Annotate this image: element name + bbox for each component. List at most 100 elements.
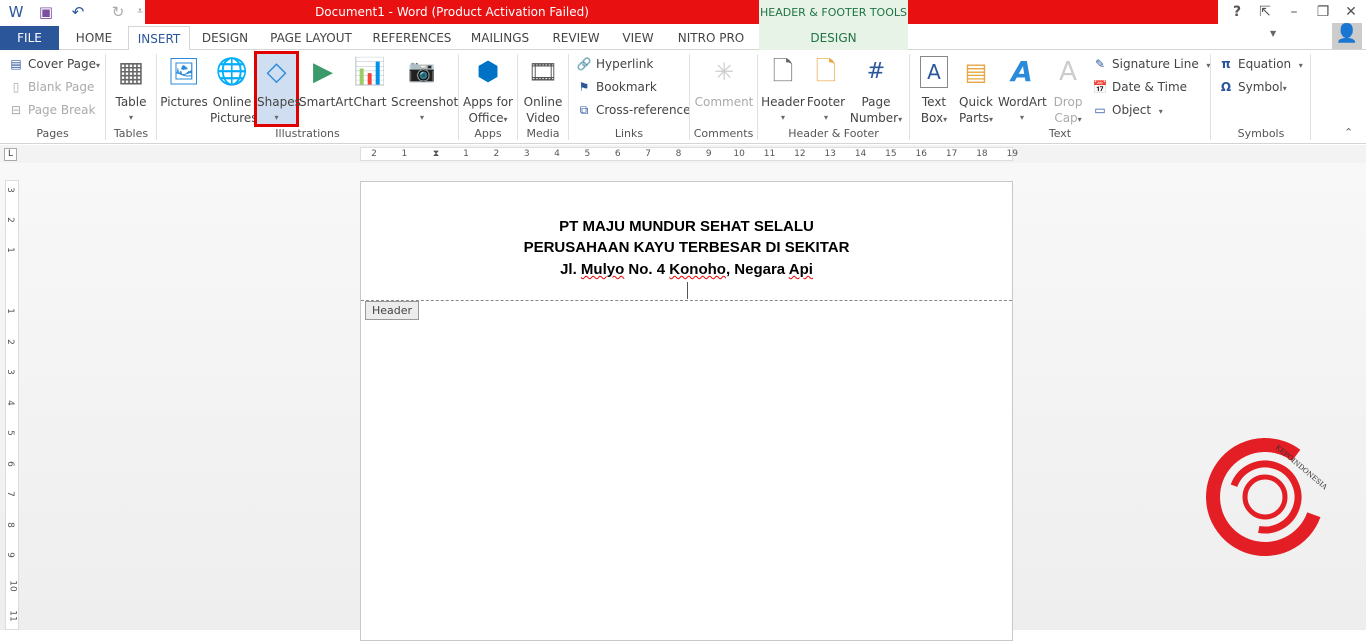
bookmark-button[interactable]: ⚑ Bookmark — [576, 77, 657, 97]
signature-line-icon: ✎ — [1094, 57, 1106, 71]
ruler-number: 18 — [976, 149, 988, 159]
ruler-number: 2 — [493, 149, 500, 159]
tab-home[interactable]: HOME — [66, 26, 122, 50]
hyperlink-label: Hyperlink — [596, 57, 654, 71]
tab-page-layout[interactable]: PAGE LAYOUT — [264, 26, 358, 50]
cross-reference-label: Cross-reference — [596, 103, 691, 117]
symbol-label: Symbol — [1238, 80, 1283, 94]
ruler-number: 8 — [4, 521, 15, 528]
cover-page-button[interactable]: ▤ Cover Page▾ — [8, 54, 100, 74]
text-cursor — [687, 282, 688, 299]
smartart-icon: ▶ — [313, 57, 333, 87]
online-video-button[interactable]: 🎞 Online Video — [521, 52, 565, 126]
text-box-icon: A — [920, 56, 948, 88]
ruler-number: 2 — [371, 149, 377, 159]
tab-selector-icon[interactable]: L — [4, 148, 17, 161]
minimize-icon[interactable]: – — [1281, 2, 1307, 22]
ruler-number: 9 — [705, 149, 712, 159]
vertical-ruler[interactable]: 3 2 1 1 2 3 4 5 6 7 8 9 10 11 — [5, 180, 19, 630]
tab-design[interactable]: DESIGN — [195, 26, 255, 50]
blank-page-button[interactable]: ▯ Blank Page — [8, 77, 95, 97]
footer-icon: 🗋 — [815, 57, 837, 87]
ruler-number: 1 — [4, 308, 15, 314]
group-label-media: Media — [526, 127, 560, 140]
page-number-button[interactable]: # Page Number▾ — [848, 52, 904, 128]
signature-line-button[interactable]: ✎ Signature Line ▾ — [1092, 54, 1210, 74]
document-page[interactable]: PT MAJU MUNDUR SEHAT SELALU PERUSAHAAN K… — [360, 181, 1013, 641]
online-video-label-2: Video — [526, 111, 560, 125]
bookmark-icon: ⚑ — [578, 80, 590, 94]
chart-button[interactable]: 📊 Chart — [352, 52, 388, 110]
tab-review[interactable]: REVIEW — [546, 26, 606, 50]
group-label-pages: Pages — [36, 127, 69, 140]
apps-label-2: Office — [468, 111, 504, 125]
text-box-button[interactable]: A Text Box▾ — [914, 52, 954, 128]
equation-button[interactable]: π Equation ▾ — [1218, 54, 1303, 74]
cross-reference-button[interactable]: ⧉ Cross-reference — [576, 100, 691, 120]
bookmark-label: Bookmark — [596, 80, 657, 94]
text-box-label-1: Text — [921, 95, 947, 109]
signature-line-label: Signature Line — [1112, 57, 1199, 71]
ribbon-display-icon[interactable]: ⇱ — [1252, 2, 1278, 22]
wordart-label: WordArt — [998, 95, 1047, 109]
group-label-header-footer: Header & Footer — [788, 127, 879, 140]
context-tab-header: HEADER & FOOTER TOOLS — [759, 0, 908, 26]
tab-header-footer-design[interactable]: DESIGN — [759, 26, 908, 50]
table-button[interactable]: ▦ Table ▾ — [110, 52, 152, 126]
ruler-number: 1 — [4, 247, 15, 253]
smartart-button[interactable]: ▶ SmartArt — [299, 52, 353, 110]
date-time-button[interactable]: 📅 Date & Time — [1092, 77, 1188, 97]
help-button[interactable]: ? — [1224, 2, 1250, 22]
hyperlink-button[interactable]: 🔗 Hyperlink — [576, 54, 654, 74]
indent-marker-icon[interactable]: ⧗ — [430, 148, 442, 161]
wordart-button[interactable]: A WordArt ▾ — [998, 52, 1047, 126]
pi-icon: π — [1221, 57, 1231, 71]
redo-icon[interactable]: ↻ — [108, 2, 128, 22]
pictures-button[interactable]: 🖼 Pictures — [160, 52, 208, 110]
tab-insert[interactable]: INSERT — [128, 26, 190, 51]
logo-ring-inner — [1242, 474, 1288, 520]
collapse-ribbon-icon[interactable]: ⌃ — [1344, 126, 1353, 139]
close-icon[interactable]: ✕ — [1338, 2, 1364, 22]
avatar[interactable]: 👤 — [1332, 23, 1362, 49]
undo-icon[interactable]: ↶ — [68, 2, 88, 22]
tab-references[interactable]: REFERENCES — [368, 26, 456, 50]
tab-file[interactable]: FILE — [0, 26, 59, 50]
ruler-number: 6 — [4, 460, 15, 467]
save-icon[interactable]: ▣ — [36, 2, 56, 22]
shapes-button[interactable]: ◇ Shapes ▾ — [254, 51, 301, 127]
tab-mailings[interactable]: MAILINGS — [466, 26, 534, 50]
screenshot-icon: 📷 — [408, 59, 436, 84]
restore-icon[interactable]: ❐ — [1310, 2, 1336, 22]
screenshot-button[interactable]: 📷 Screenshot ▾ — [391, 52, 458, 126]
ruler-number: 5 — [584, 149, 591, 159]
header-button[interactable]: 🗋 Header ▾ — [761, 52, 805, 126]
page-break-button[interactable]: ⊟ Page Break — [8, 100, 95, 120]
object-button[interactable]: ▭ Object ▾ — [1092, 100, 1162, 120]
ruler-number: 12 — [794, 149, 806, 159]
footer-button[interactable]: 🗋 Footer ▾ — [806, 52, 846, 126]
hyperlink-icon: 🔗 — [576, 57, 592, 71]
quick-parts-label-1: Quick — [959, 95, 993, 109]
ruler-number: 3 — [523, 149, 530, 159]
ruler-number: 2 — [4, 338, 15, 345]
quick-parts-button[interactable]: ▤ Quick Parts▾ — [956, 52, 996, 128]
tab-view[interactable]: VIEW — [616, 26, 660, 50]
ruler-number: 10 — [733, 149, 745, 159]
drop-cap-button[interactable]: A Drop Cap▾ — [1048, 52, 1088, 128]
online-pictures-label-1: Online — [212, 95, 252, 109]
comment-button[interactable]: ✳ Comment — [694, 52, 754, 110]
horizontal-ruler[interactable]: 2 1 ⧗ 1 2 3 4 5 6 7 8 9 10 11 12 13 14 15 16 17 18 19 — [360, 147, 1018, 161]
page-number-label-2: Number — [849, 111, 899, 125]
symbol-button[interactable]: Ω Symbol▾ — [1218, 77, 1287, 97]
table-icon: ▦ — [117, 55, 145, 88]
apps-icon: ⬢ — [476, 57, 500, 87]
word-logo-icon: W — [8, 3, 24, 21]
tab-nitro-pro[interactable]: NITRO PRO — [672, 26, 750, 50]
quick-parts-label-2: Parts — [959, 111, 989, 125]
online-pictures-button[interactable]: 🌐 Online Pictures — [210, 52, 258, 126]
ruler-number: 5 — [4, 430, 15, 436]
ruler-number: 19 — [1006, 149, 1019, 159]
account-dropdown-icon[interactable]: ▼ — [1270, 29, 1276, 38]
apps-for-office-button[interactable]: ⬢ Apps for Office▾ — [462, 52, 514, 128]
